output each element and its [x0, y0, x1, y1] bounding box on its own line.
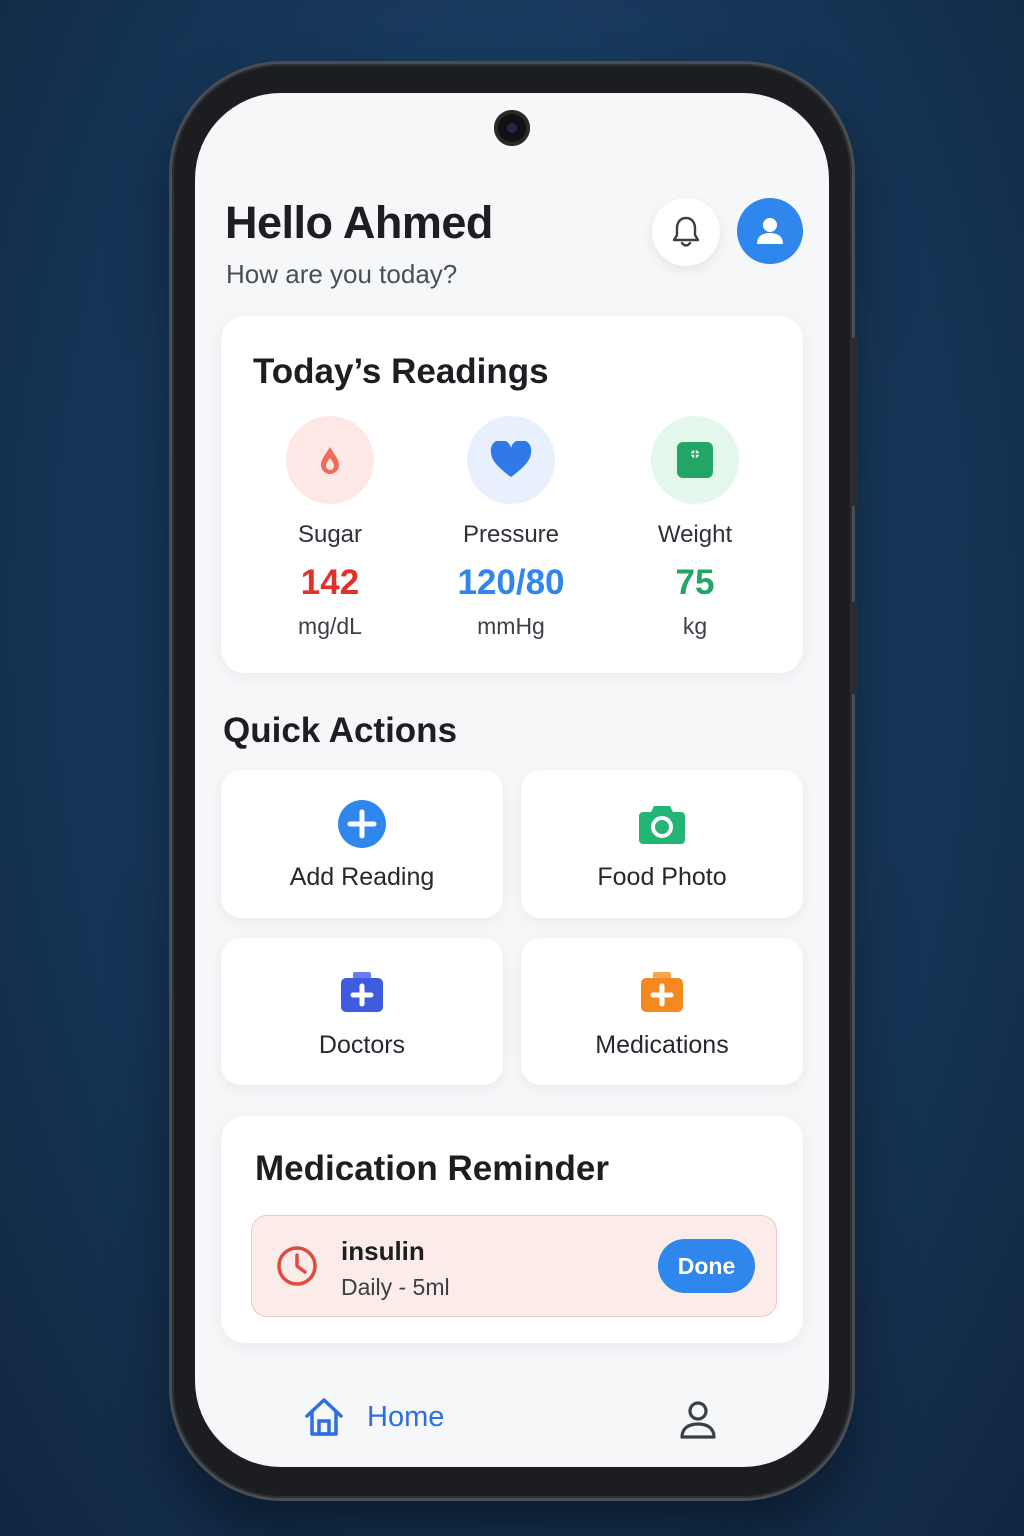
medical-kit-icon — [341, 972, 383, 1012]
doctors-icon-wrap — [337, 967, 387, 1017]
reading-unit: mmHg — [477, 613, 545, 639]
medication-name: insulin — [341, 1236, 425, 1266]
medication-reminder-card: Medication Reminder insulin Daily - 5ml … — [221, 1116, 803, 1343]
reading-value: 142 — [300, 563, 360, 602]
notifications-button[interactable] — [652, 198, 720, 266]
pressure-icon-circle — [467, 416, 555, 504]
reading-sugar[interactable]: Sugar 142 mg/dL — [245, 416, 415, 640]
front-camera — [494, 110, 530, 146]
done-button[interactable]: Done — [658, 1239, 755, 1293]
app-screen: Hello Ahmed How are you today? Today’s R… — [195, 93, 829, 1467]
power-button — [852, 602, 858, 694]
reading-pressure[interactable]: Pressure 120/80 mmHg — [426, 416, 596, 640]
medicine-box-icon — [641, 972, 683, 1012]
doctors-button[interactable]: Doctors — [221, 938, 503, 1085]
quick-actions-title: Quick Actions — [223, 711, 458, 750]
home-icon — [305, 1398, 343, 1436]
reading-value: 120/80 — [457, 563, 565, 602]
nav-profile[interactable] — [679, 1400, 717, 1445]
add-reading-icon-wrap — [337, 799, 387, 849]
action-label: Add Reading — [289, 863, 435, 891]
reminder-title: Medication Reminder — [255, 1149, 609, 1188]
weight-icon-circle — [651, 416, 739, 504]
nav-home-label: Home — [367, 1400, 445, 1433]
clock-icon — [277, 1246, 317, 1286]
greeting-subtitle: How are you today? — [226, 259, 458, 289]
food-photo-button[interactable]: Food Photo — [521, 770, 803, 918]
greeting-title: Hello Ahmed — [225, 197, 493, 248]
nav-home[interactable]: Home — [303, 1396, 444, 1438]
medications-icon-wrap — [637, 967, 687, 1017]
food-photo-icon-wrap — [637, 799, 687, 849]
phone-frame: Hello Ahmed How are you today? Today’s R… — [172, 64, 858, 1498]
reading-label: Weight — [657, 521, 733, 548]
volume-button — [852, 338, 858, 506]
reading-weight[interactable]: Weight 75 kg — [610, 416, 780, 640]
reading-value: 75 — [675, 563, 715, 602]
profile-avatar-button[interactable] — [737, 198, 803, 264]
sugar-icon-circle — [286, 416, 374, 504]
heart-icon — [490, 441, 532, 477]
medication-dose: Daily - 5ml — [341, 1274, 450, 1300]
scale-icon — [677, 442, 713, 478]
bottom-nav: Home — [195, 1378, 829, 1467]
medications-button[interactable]: Medications — [521, 938, 803, 1085]
reminder-item[interactable]: insulin Daily - 5ml Done — [251, 1215, 777, 1317]
reading-label: Pressure — [462, 521, 560, 548]
reading-unit: mg/dL — [298, 613, 362, 639]
bell-icon — [672, 216, 700, 247]
todays-readings-card: Today’s Readings Sugar 142 mg/dL Pressur… — [221, 316, 803, 673]
action-label: Food Photo — [597, 863, 727, 891]
reading-unit: kg — [682, 613, 708, 639]
camera-icon — [639, 806, 685, 844]
user-icon — [757, 218, 783, 244]
plus-circle-icon — [338, 800, 386, 848]
profile-icon — [680, 1401, 716, 1439]
action-label: Doctors — [318, 1031, 406, 1059]
readings-title: Today’s Readings — [253, 352, 549, 391]
action-label: Medications — [595, 1031, 729, 1059]
reading-label: Sugar — [297, 521, 363, 548]
blood-drop-icon — [321, 447, 339, 474]
add-reading-button[interactable]: Add Reading — [221, 770, 503, 918]
